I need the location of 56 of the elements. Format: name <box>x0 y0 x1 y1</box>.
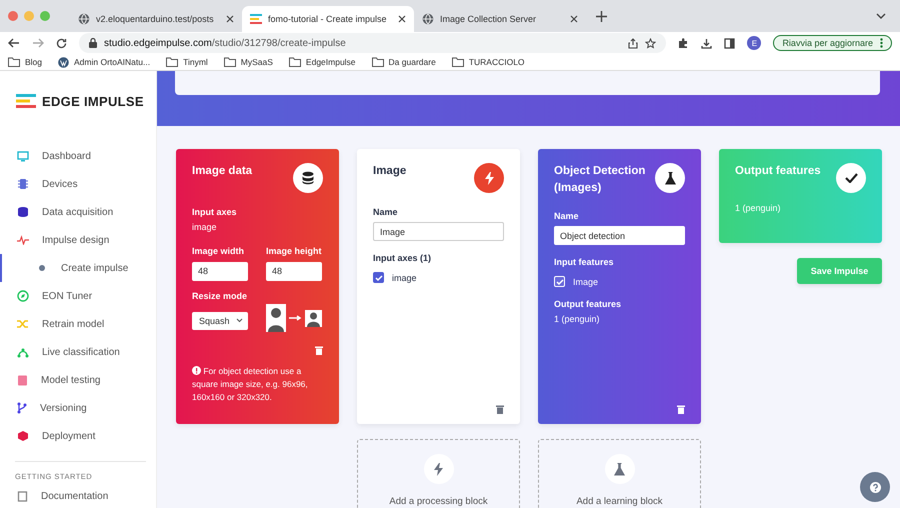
nav-item[interactable]: EON Tuner <box>0 282 156 310</box>
browser-tab[interactable]: v2.eloquentarduino.test/posts <box>70 6 242 32</box>
name-input[interactable]: Object detection <box>554 226 685 245</box>
name-input[interactable]: Image <box>373 222 504 241</box>
nav-item[interactable]: Model testing <box>0 366 156 394</box>
nav-item[interactable]: Live classification <box>0 338 156 366</box>
nav-item[interactable]: Devices <box>0 170 156 198</box>
field-label: Image width <box>192 246 246 256</box>
field-label: Resize mode <box>192 290 248 300</box>
card-title: Image data <box>192 164 252 179</box>
field-label: Name <box>554 211 580 221</box>
axis-value: image <box>192 222 218 232</box>
nav-item[interactable]: Impulse design <box>0 226 156 254</box>
info-note: For object detection use a square image size, e.g. 96x96, 160x160 or 320x320. <box>192 364 309 404</box>
nav-item[interactable]: Versioning <box>0 394 156 422</box>
logo[interactable]: EDGE IMPULSE <box>0 71 156 110</box>
bookmark[interactable]: Blog <box>8 57 42 67</box>
bookmark[interactable]: Admin OrtoAINatu... <box>58 56 150 68</box>
output-value: 1 (penguin) <box>735 203 782 213</box>
profile-avatar[interactable]: E <box>747 36 762 50</box>
nav-item[interactable]: Documentation <box>0 485 156 508</box>
field-label: Input axes (1) <box>373 253 432 263</box>
field-label: Output features <box>554 299 622 309</box>
field-label: Image height <box>266 246 322 256</box>
add-block-label: Add a learning block <box>576 496 663 507</box>
nav-item[interactable]: Retrain model <box>0 310 156 338</box>
bookmark[interactable]: Tinyml <box>166 57 208 67</box>
tab-title: Image Collection Server <box>440 14 538 24</box>
height-input[interactable]: 48 <box>266 262 322 280</box>
browser-tab[interactable]: Image Collection Server <box>414 6 586 32</box>
address-bar[interactable]: studio.edgeimpulse.com/studio/312798/create-impulse <box>79 33 666 53</box>
output-value: 1 (penguin) <box>554 314 601 324</box>
add-block-tile[interactable]: Add a learning block <box>538 439 701 508</box>
bookmark[interactable]: EdgeImpulse <box>288 57 356 67</box>
add-block-tile[interactable]: Add a processing block <box>357 439 520 508</box>
field-label: Input axes <box>192 207 238 217</box>
tab-title: v2.eloquentarduino.test/posts <box>96 14 215 24</box>
resize-dropdown[interactable]: Squash <box>192 312 248 330</box>
field-label: Input features <box>554 257 615 267</box>
browser-tab[interactable]: fomo-tutorial - Create impulse <box>242 6 414 32</box>
nav-item[interactable]: Deployment <box>0 422 156 450</box>
card-title: Image <box>373 164 406 179</box>
bookmark[interactable]: Da guardare <box>372 57 436 67</box>
field-label: Name <box>373 207 399 217</box>
checkbox-label: image <box>392 272 417 282</box>
card-title: Object Detection (Images) <box>554 164 646 196</box>
card-title: Output features <box>735 164 821 179</box>
nav-item[interactable]: Dashboard <box>0 142 156 170</box>
tab-title: fomo-tutorial - Create impulse <box>268 14 388 24</box>
checkbox-label: Image <box>573 276 598 286</box>
bookmark[interactable]: MySaaS <box>224 57 273 67</box>
update-button[interactable]: Riavvia per aggiornare <box>773 35 892 51</box>
width-input[interactable]: 48 <box>192 262 248 280</box>
add-block-label: Add a processing block <box>389 496 488 507</box>
nav-item[interactable]: Data acquisition <box>0 198 156 226</box>
bookmark[interactable]: TURACCIOLO <box>452 57 525 67</box>
